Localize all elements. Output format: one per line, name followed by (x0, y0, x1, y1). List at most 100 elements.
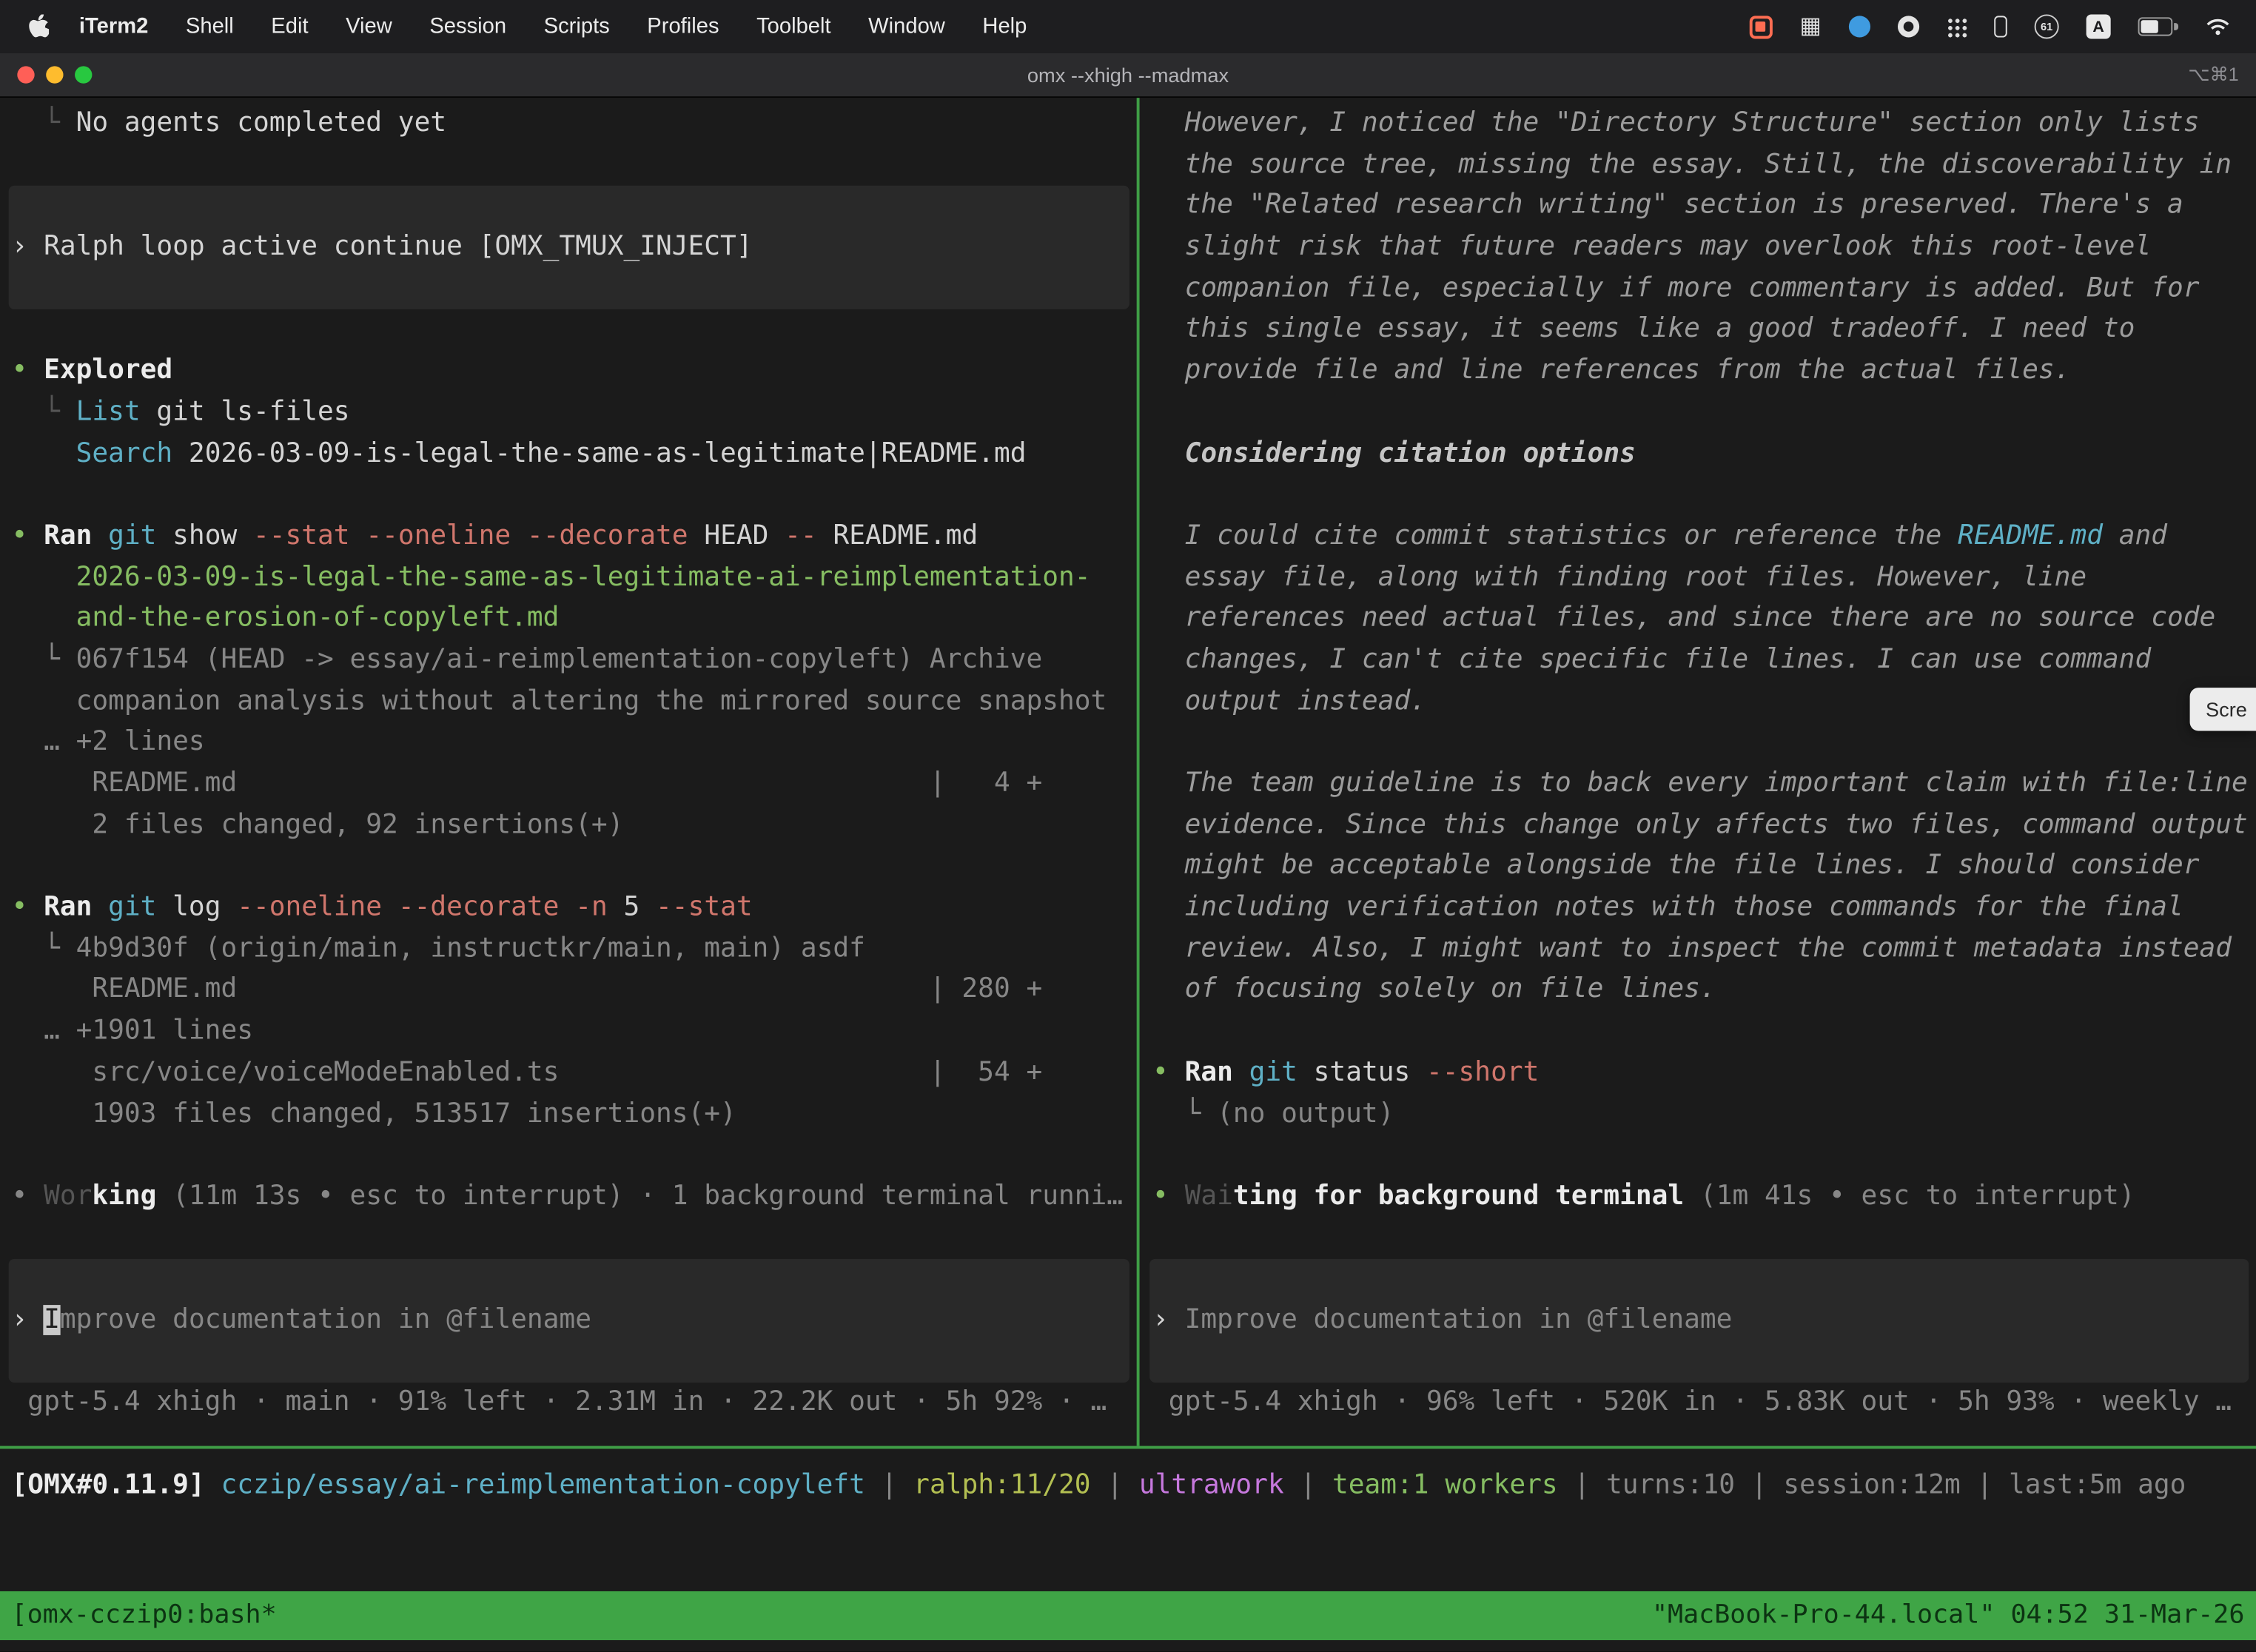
terminal-line: • Working (11m 13s • esc to interrupt) ·… (12, 1177, 1137, 1218)
text-segment: mprove documentation in @filename (60, 1305, 591, 1335)
left-pane[interactable]: └ No agents completed yet› Ralph loop ac… (0, 98, 1137, 1446)
text-segment: the source tree, missing the essay. Stil… (1152, 150, 2232, 180)
traffic-lights (17, 66, 92, 83)
injected-message-box[interactable]: › Ralph loop active continue [OMX_TMUX_I… (9, 186, 1129, 309)
terminal: └ No agents completed yet› Ralph loop ac… (0, 98, 2256, 1651)
apple-menu[interactable] (14, 14, 60, 38)
text-segment: └ 4b9d30f (origin/main, instructkr/main,… (12, 933, 865, 964)
terminal-line: • Explored (12, 352, 1137, 393)
menu-toolbelt[interactable]: Toolbelt (738, 14, 850, 38)
menu-shell[interactable]: Shell (167, 14, 252, 38)
menu-edit[interactable]: Edit (252, 14, 327, 38)
terminal-line: this single essay, it seems like a good … (1152, 310, 2256, 352)
minimize-button[interactable] (46, 66, 63, 83)
terminal-line: └ 067f154 (HEAD -> essay/ai-reimplementa… (12, 640, 1137, 682)
text-segment: essay file, along with finding root file… (1152, 562, 2087, 592)
text-segment: 5 (624, 892, 657, 922)
text-segment: However, I noticed the "Directory Struct… (1152, 108, 2199, 138)
tmux-host-clock: "MacBook-Pro-44.local" 04:52 31-Mar-26 (1652, 1591, 2245, 1640)
terminal-line: essay file, along with finding root file… (1152, 557, 2256, 599)
close-button[interactable] (17, 66, 34, 83)
omx-status-bar: [OMX#0.11.9] cczip/essay/ai-reimplementa… (0, 1466, 2256, 1508)
terminal-line: including verification notes with those … (1152, 887, 2256, 929)
screen: iTerm2 Shell Edit View Session Scripts P… (0, 0, 2256, 1652)
tmux-session-window: [omx-cczip0:bash* (12, 1591, 277, 1640)
phone-icon[interactable] (1994, 16, 2007, 37)
terminal-line: companion analysis without altering the … (12, 682, 1137, 723)
text-segment: Explored (44, 355, 172, 386)
text-segment: companion file, especially if more comme… (1152, 273, 2199, 303)
terminal-line: … +1901 lines (12, 1012, 1137, 1053)
text-segment: • (12, 1181, 44, 1212)
terminal-line: • Waiting for background terminal (1m 41… (1152, 1177, 2256, 1218)
keyboard-grid-icon[interactable] (1800, 15, 1822, 38)
text-segment: • (12, 521, 44, 551)
terminal-line (12, 475, 1137, 517)
text-segment: HEAD (704, 521, 785, 551)
text-segment: ting for background terminal (1233, 1181, 1684, 1212)
terminal-line: references need actual files, and since … (1152, 599, 2256, 640)
terminal-line: output instead. (1152, 682, 2256, 723)
terminal-line (1152, 1012, 2256, 1053)
terminal-line: might be acceptable alongside the file l… (1152, 847, 2256, 888)
menu-bar: iTerm2 Shell Edit View Session Scripts P… (0, 0, 2256, 53)
prompt-input[interactable]: › Improve documentation in @filename (1149, 1259, 2249, 1383)
text-segment: src/voice/voiceModeEnabled.ts | 54 + (12, 1057, 1043, 1087)
text-segment: ralph:11/20 (913, 1471, 1090, 1501)
text-segment: gpt-5.4 xhigh · main · 91% left · 2.31M … (12, 1388, 1107, 1418)
text-segment: Ralph loop active continue [OMX_TMUX_INJ… (44, 232, 752, 262)
text-segment: | (865, 1471, 913, 1501)
text-segment: README.md | 280 + (12, 975, 1043, 1005)
terminal-line: the "Related research writing" section i… (1152, 186, 2256, 227)
blue-app-icon[interactable] (1849, 16, 1870, 37)
input-source-icon[interactable]: A (2087, 14, 2111, 38)
text-segment: might be acceptable alongside the file l… (1152, 851, 2199, 882)
text-segment: • (12, 892, 44, 922)
pane-divider[interactable] (1137, 98, 1140, 1446)
battery-icon[interactable] (2138, 17, 2173, 36)
text-segment: log (172, 892, 237, 922)
text-segment: git (108, 521, 172, 551)
text-segment: review. Also, I might want to inspect th… (1152, 933, 2232, 964)
menu-iterm2[interactable]: iTerm2 (61, 14, 167, 38)
terminal-line: the source tree, missing the essay. Stil… (1152, 145, 2256, 187)
terminal-line: provide file and line references from th… (1152, 352, 2256, 393)
text-segment: | (1735, 1471, 1783, 1501)
terminal-line: 2 files changed, 92 insertions(+) (12, 805, 1137, 847)
text-segment: companion analysis without altering the … (12, 686, 1107, 716)
text-segment: session:12m (1783, 1471, 1960, 1501)
terminal-line: └ (no output) (1152, 1094, 2256, 1135)
text-segment: including verification notes with those … (1152, 892, 2183, 922)
menu-window[interactable]: Window (850, 14, 964, 38)
menu-session[interactable]: Session (411, 14, 525, 38)
prompt-input[interactable]: › Improve documentation in @filename (9, 1259, 1129, 1383)
terminal-line: gpt-5.4 xhigh · main · 91% left · 2.31M … (12, 1383, 1137, 1425)
menu-help[interactable]: Help (964, 14, 1046, 38)
right-pane[interactable]: However, I noticed the "Directory Struct… (1141, 98, 2256, 1446)
zoom-button[interactable] (75, 66, 92, 83)
dots-grid-icon[interactable] (1947, 16, 1967, 36)
text-segment: Considering citation options (1152, 438, 1636, 469)
wifi-icon[interactable] (2206, 17, 2230, 36)
screen-tooltip-fragment[interactable]: Scre (2190, 688, 2256, 731)
terminal-line: The team guideline is to back every impo… (1152, 764, 2256, 805)
tooltip-text: Scre (2206, 698, 2247, 721)
text-segment: evidence. Since this change only affects… (1152, 810, 2248, 840)
menu-view[interactable]: View (327, 14, 411, 38)
text-segment: --short (1426, 1057, 1539, 1087)
menu-profiles[interactable]: Profiles (628, 14, 738, 38)
text-segment: | (1961, 1471, 2009, 1501)
text-segment: cczip/essay/ai-reimplementation-copyleft (221, 1471, 865, 1501)
tmux-status-bar: [omx-cczip0:bash* "MacBook-Pro-44.local"… (0, 1591, 2256, 1640)
title-bar[interactable]: omx --xhigh --madmax ⌥⌘1 (0, 53, 2256, 98)
text-segment: › (12, 1305, 44, 1335)
text-segment: No agents completed yet (76, 108, 447, 138)
terminal-line (1152, 392, 2256, 434)
terminal-line: └ 4b9d30f (origin/main, instructkr/main,… (12, 929, 1137, 970)
swirl-app-icon[interactable] (1898, 16, 1919, 37)
screen-recording-indicator-icon[interactable] (1750, 15, 1773, 38)
battery-gauge-icon[interactable]: 61 (2035, 14, 2059, 38)
menu-scripts[interactable]: Scripts (525, 14, 628, 38)
text-segment: --oneline --decorate (237, 892, 575, 922)
text-segment: Search (76, 438, 173, 469)
